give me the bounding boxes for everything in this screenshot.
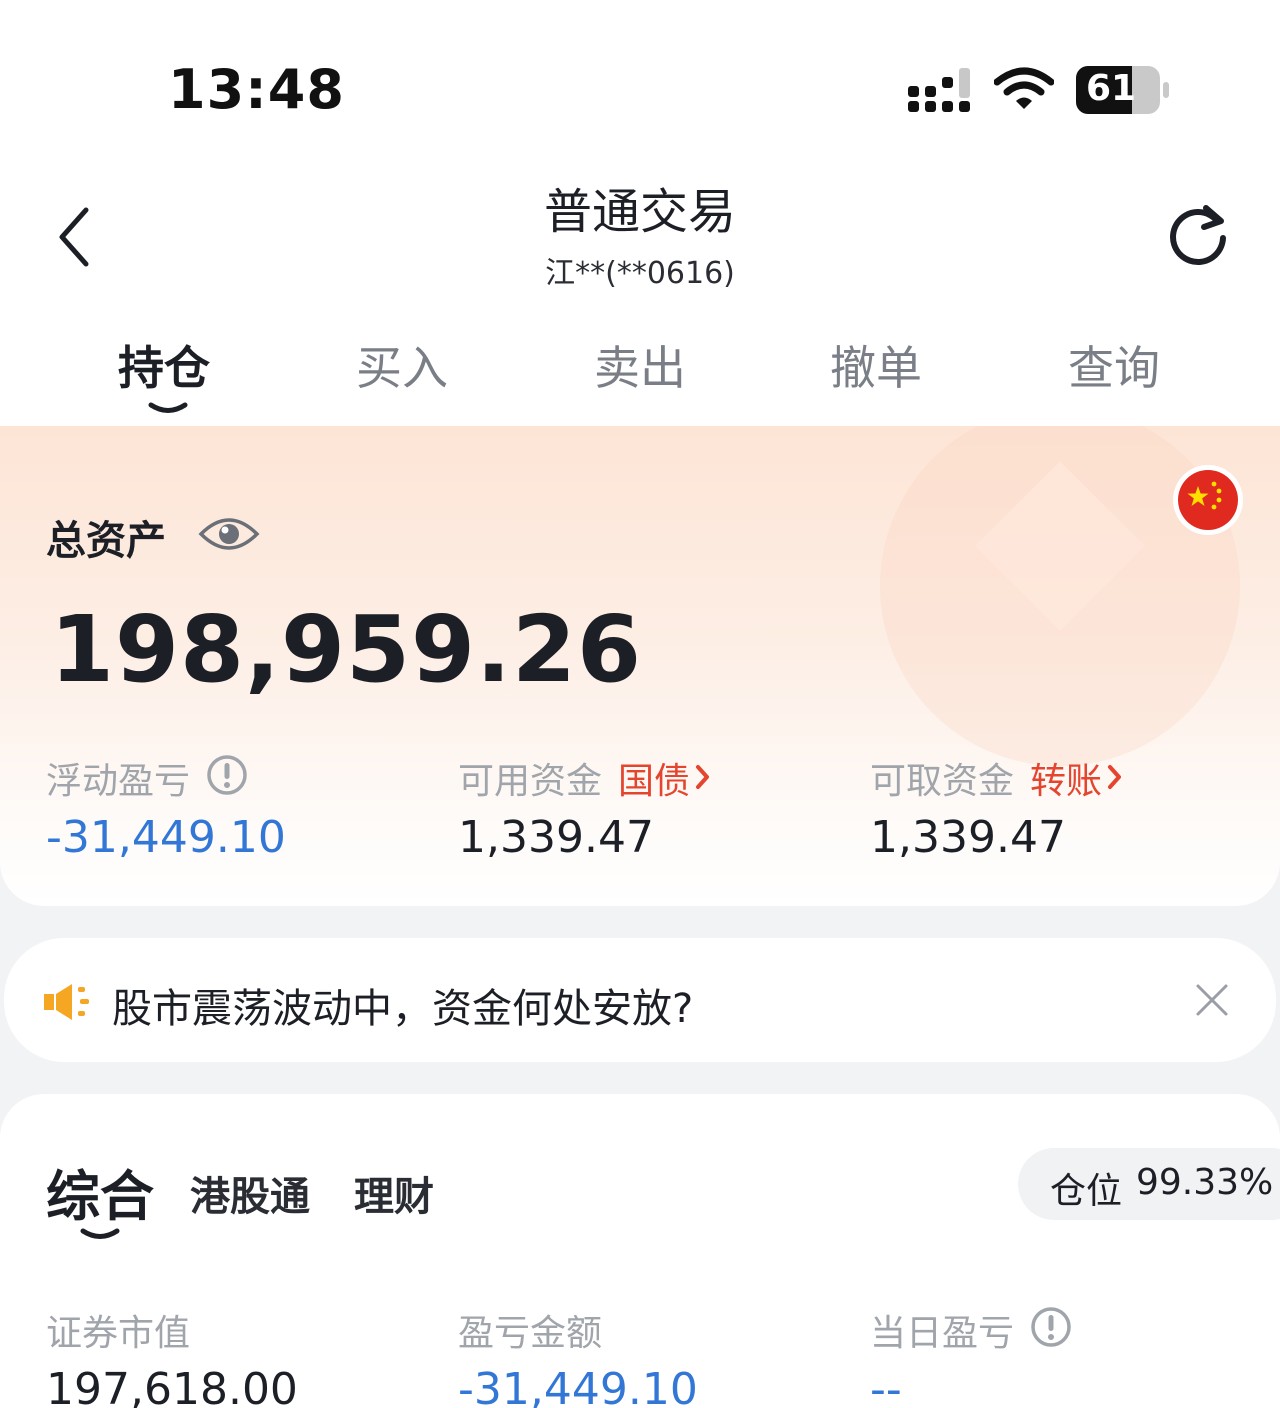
position-panel: 综合 港股通 理财 仓位 99.33% 证券市值 197,618.00 盈亏金额… (0, 1094, 1280, 1408)
info-icon[interactable] (206, 754, 248, 796)
position-ratio-label: 仓位 (1050, 1171, 1123, 1212)
cellular-signal-icon (908, 68, 970, 112)
eye-icon[interactable] (198, 512, 260, 556)
notice-banner[interactable]: 股市震荡波动中，资金何处安放? (4, 938, 1276, 1062)
total-assets-value: 198,959.26 (50, 596, 643, 703)
refresh-icon[interactable] (1166, 202, 1232, 268)
tab-holdings[interactable]: 持仓 (64, 332, 264, 398)
active-subtab-indicator (80, 1228, 120, 1239)
tab-cancel-order[interactable]: 撤单 (776, 332, 976, 398)
notice-text: 股市震荡波动中，资金何处安放? (112, 986, 694, 1032)
position-ratio-value: 99.33% (1136, 1162, 1274, 1203)
tab-sell[interactable]: 卖出 (540, 332, 740, 398)
wifi-icon (994, 67, 1054, 109)
market-value-label: 证券市值 (46, 1313, 191, 1354)
asset-summary-card: 总资产 198,959.26 浮动盈亏 -31,449.10 可用资金 国债 1… (0, 426, 1280, 906)
status-bar: 13:48 61 (0, 0, 1280, 150)
nav-header: 普通交易 江**(**0616) (0, 150, 1280, 300)
daily-pl-value: -- (870, 1364, 902, 1408)
market-value: 197,618.00 (46, 1364, 298, 1408)
chevron-right-icon[interactable] (694, 764, 712, 790)
daily-pl-label: 当日盈亏 (870, 1313, 1015, 1354)
floating-pl-value: -31,449.10 (46, 812, 286, 863)
tab-wealth[interactable]: 理财 (354, 1164, 434, 1222)
withdrawable-funds-label: 可取资金 (870, 761, 1015, 802)
china-flag-icon[interactable] (1172, 464, 1244, 536)
chevron-right-icon[interactable] (1106, 764, 1124, 790)
pl-amount-label: 盈亏金额 (458, 1313, 603, 1354)
floating-pl-label: 浮动盈亏 (46, 761, 191, 802)
trade-tabs: 持仓 买入 卖出 撤单 查询 (0, 300, 1280, 426)
speaker-icon (44, 984, 89, 1020)
info-icon[interactable] (1030, 1306, 1072, 1348)
total-assets-label: 总资产 (46, 518, 166, 564)
page-title: 普通交易 (543, 184, 736, 240)
position-ratio-pill: 仓位 99.33% (1018, 1148, 1280, 1220)
available-funds-value: 1,339.47 (458, 812, 654, 863)
tab-hk-connect[interactable]: 港股通 (190, 1164, 310, 1222)
transfer-link[interactable]: 转账 (1030, 752, 1102, 804)
account-id: 江**(**0616) (545, 256, 735, 291)
status-time: 13:48 (168, 58, 345, 121)
withdrawable-funds-value: 1,339.47 (870, 812, 1066, 863)
tab-query[interactable]: 查询 (1014, 332, 1214, 398)
pl-amount-value: -31,449.10 (458, 1364, 698, 1408)
tab-buy[interactable]: 买入 (302, 332, 502, 398)
active-tab-indicator (148, 402, 188, 413)
battery-level: 61 (1086, 68, 1137, 109)
available-funds-label: 可用资金 (458, 761, 603, 802)
treasury-bond-link[interactable]: 国债 (618, 752, 690, 804)
tab-overview[interactable]: 综合 (46, 1152, 154, 1231)
close-icon[interactable] (1194, 982, 1230, 1018)
